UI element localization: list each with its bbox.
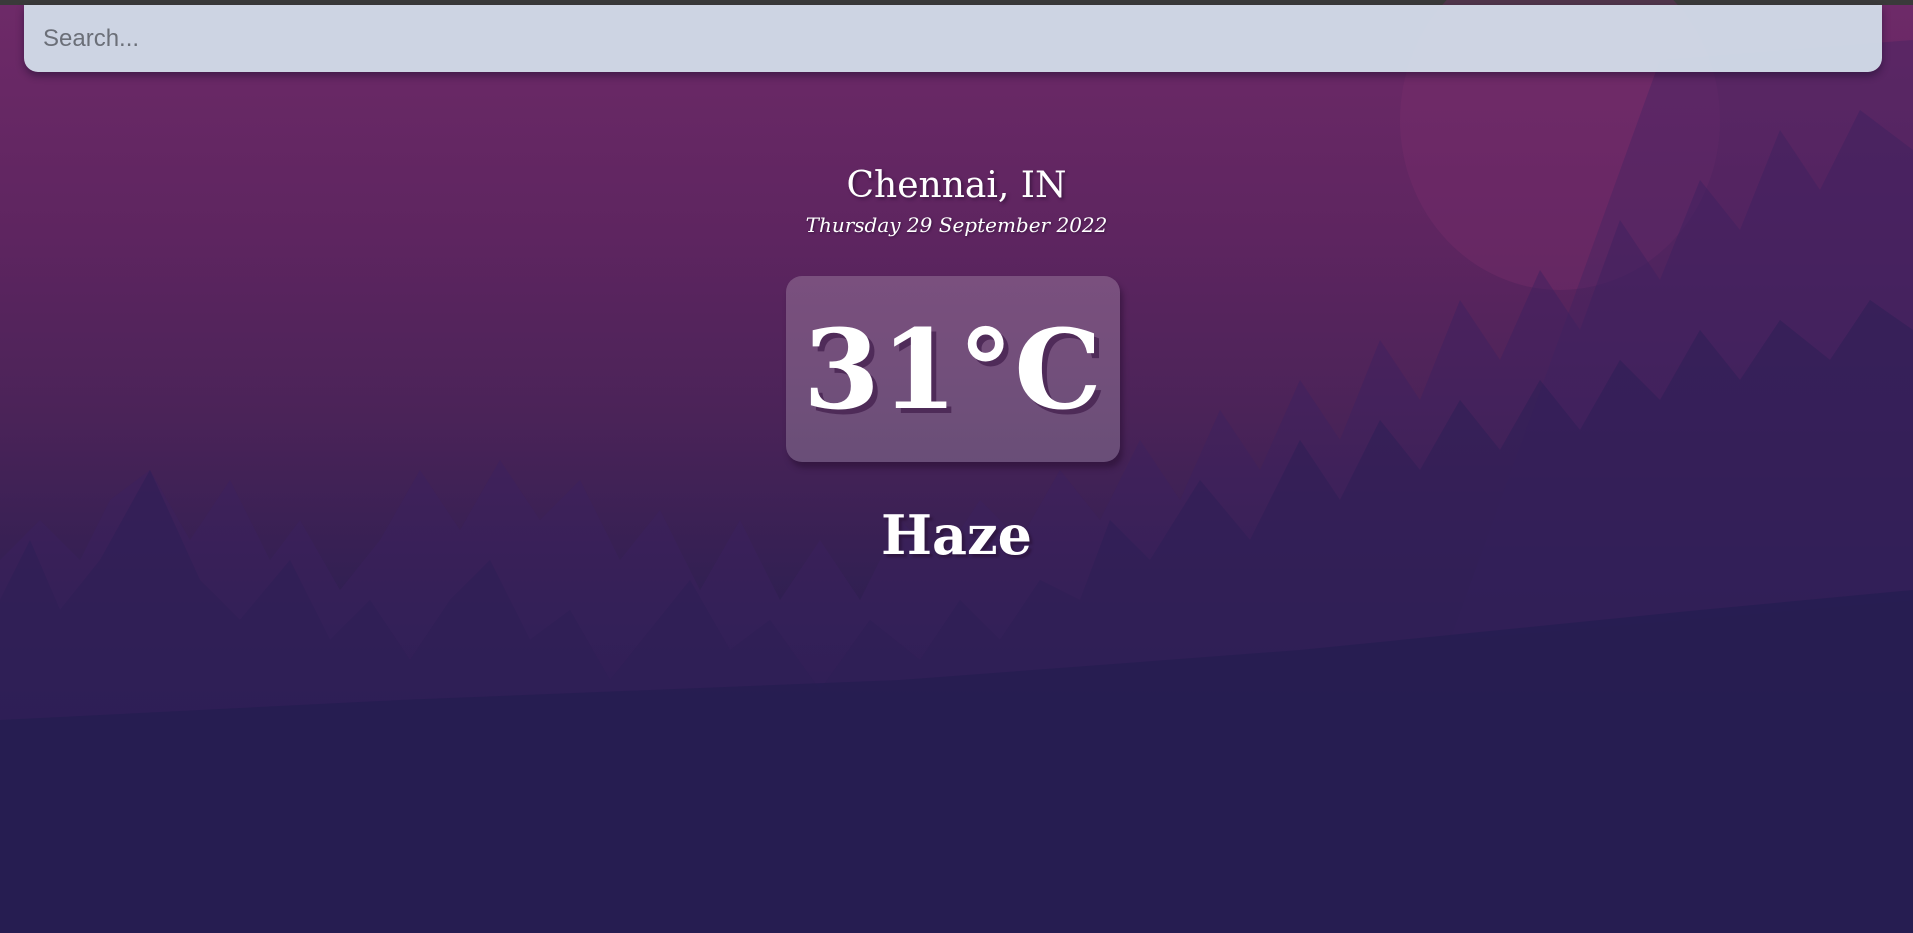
forest-background-image bbox=[0, 0, 1913, 933]
date-label: Thursday 29 September 2022 bbox=[805, 213, 1108, 237]
search-input[interactable] bbox=[24, 5, 1882, 72]
location-label: Chennai, IN bbox=[846, 165, 1067, 206]
search-bar bbox=[24, 5, 1882, 72]
weather-condition: Haze bbox=[880, 503, 1033, 567]
temperature-value: 31°C bbox=[803, 304, 1103, 434]
temperature-card: 31°C bbox=[786, 276, 1120, 462]
